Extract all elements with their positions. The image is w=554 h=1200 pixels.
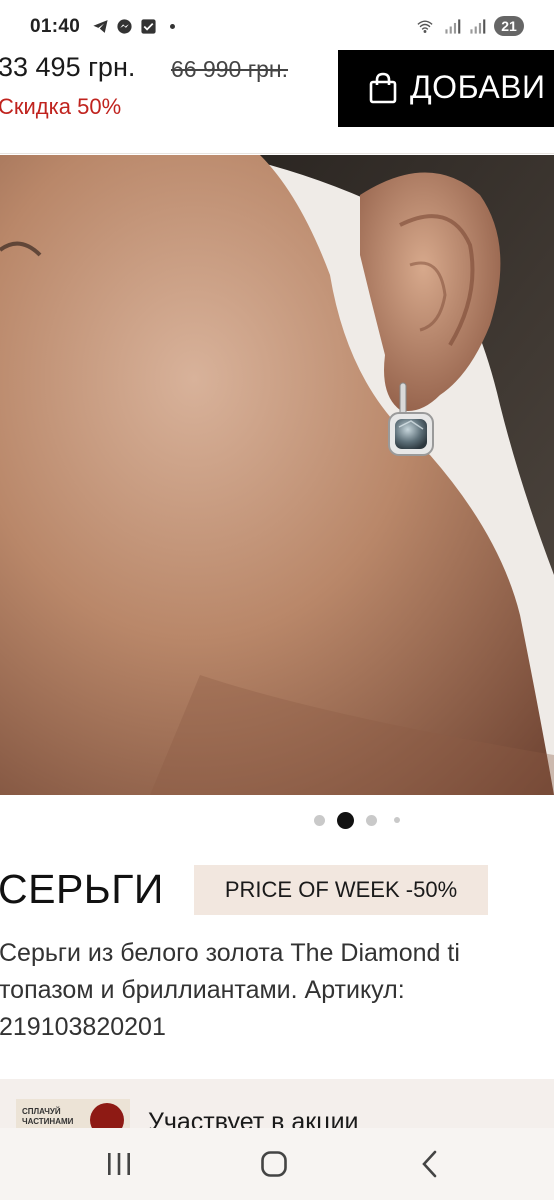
carousel-dot[interactable] [314,815,325,826]
earring-photo [0,155,554,795]
product-title: СЕРЬГИ [0,866,164,912]
promo-thumbnail-text: СПЛАЧУЙ ЧАСТИНАМИ [22,1107,74,1126]
battery-indicator: 21 [494,16,524,36]
add-to-cart-label: ДОБАВИ [410,69,546,105]
product-image[interactable] [0,155,554,795]
carousel-dots [0,808,554,832]
dot-icon [170,24,175,29]
promo-thumbnail: СПЛАЧУЙ ЧАСТИНАМИ [16,1099,130,1129]
price-bar: 33 495 грн. 66 990 грн. Скидка 50% ДОБАВ… [0,50,554,154]
product-description: Серьги из белого золота The Diamond ti т… [0,935,554,1046]
signal-icon [470,18,486,34]
messenger-icon [117,19,132,34]
old-price: 66 990 грн. [171,56,289,82]
checkbox-icon [141,19,156,34]
description-line: 219103820201 [0,1013,166,1041]
promo-card[interactable]: СПЛАЧУЙ ЧАСТИНАМИ Участвует в акции [0,1079,554,1129]
system-icons: 21 [414,16,524,36]
shopping-bag-icon [369,72,397,103]
wifi-icon [417,19,433,33]
description-line: Серьги из белого золота The Diamond ti [0,939,460,967]
apple-icon [90,1103,124,1129]
carousel-dot[interactable] [366,815,377,826]
recent-apps-button[interactable] [99,1148,139,1180]
notification-icons [92,18,181,35]
promo-badge-text: PRICE OF WEEK -50% [224,877,458,902]
description-line: топазом и бриллиантами. Артикул: [0,976,405,1004]
carousel-dot-active[interactable] [337,812,354,829]
status-bar: 01:40 21 [0,0,554,50]
home-button[interactable] [254,1148,294,1180]
recent-apps-icon [108,1153,130,1175]
carousel-dot[interactable] [394,817,400,823]
back-icon [422,1150,437,1178]
signal-icon [445,18,461,34]
telegram-icon [93,20,108,33]
promo-title: Участвует в акции [148,1108,359,1129]
discount-label: Скидка 50% [0,94,122,119]
back-button[interactable] [410,1148,450,1180]
promo-badge: PRICE OF WEEK -50% [194,865,488,915]
status-time: 01:40 [30,16,81,37]
home-icon [261,1151,287,1177]
system-nav-bar [0,1128,554,1200]
add-to-cart-button[interactable]: ДОБАВИ [338,50,554,127]
current-price: 33 495 грн. [0,52,136,82]
